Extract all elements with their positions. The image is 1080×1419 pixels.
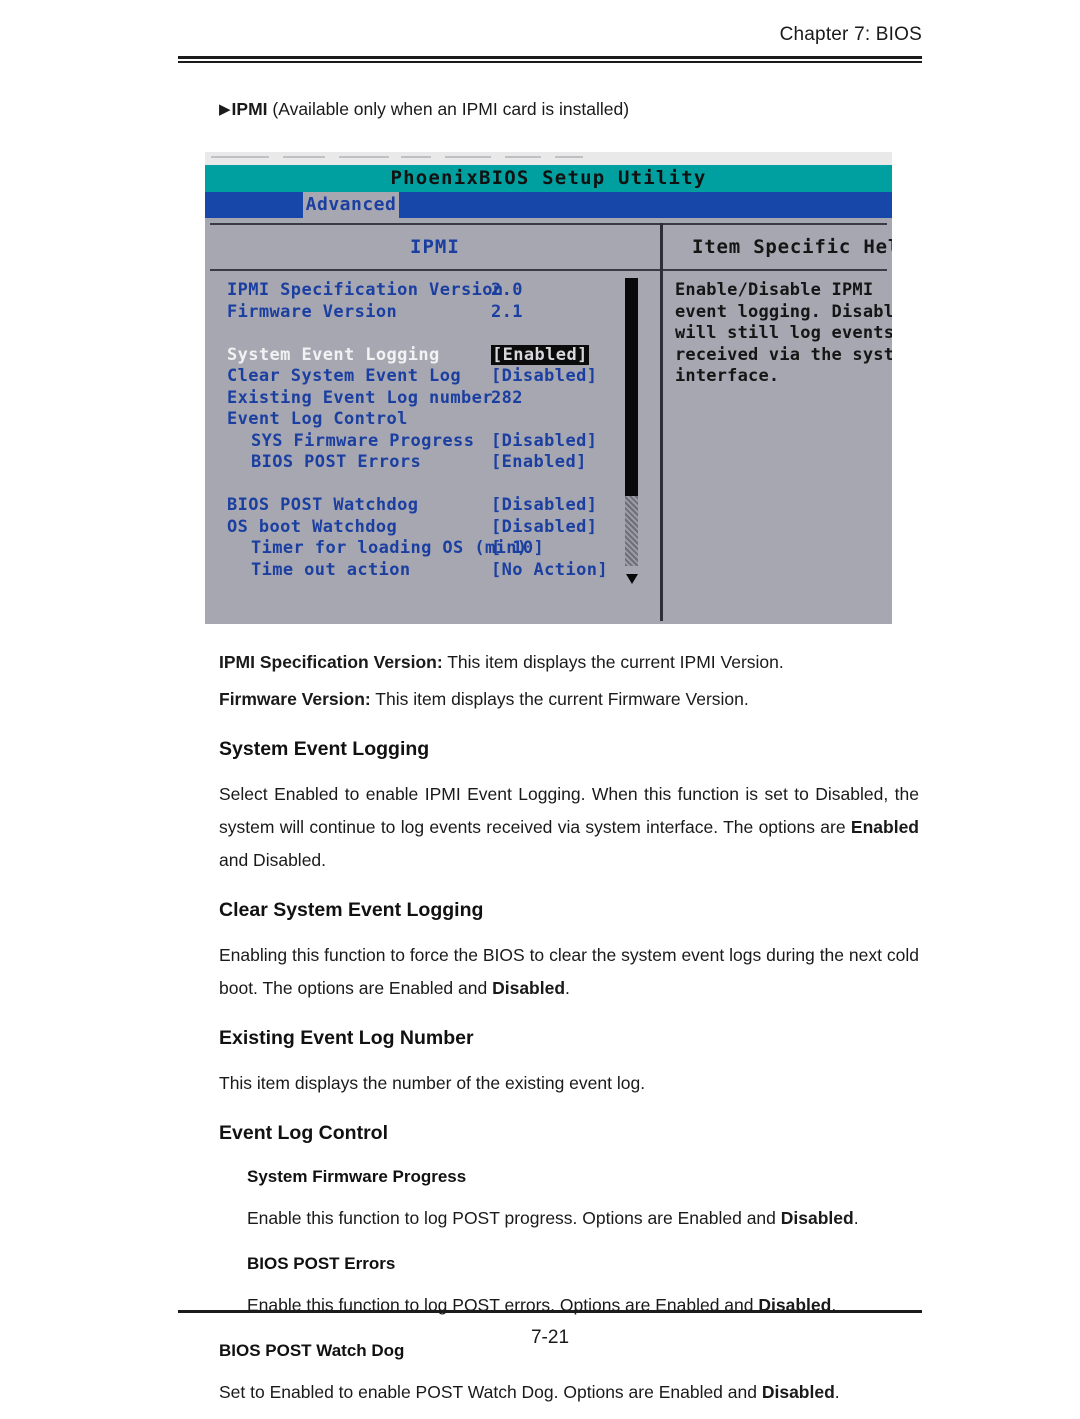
bios-panel-title: IPMI — [410, 236, 460, 258]
bios-setting-row[interactable]: Clear System Event Log [Disabled] — [227, 366, 647, 388]
bios-setting-value[interactable]: 2.1 — [491, 302, 523, 322]
bios-setting-label: SYS Firmware Progress — [251, 430, 475, 451]
help-text-line: received via the system — [675, 344, 892, 365]
section-heading: Existing Event Log Number — [219, 1027, 474, 1049]
bios-setting-row[interactable]: IPMI Specification Version 2.0 — [227, 280, 647, 302]
bios-panel-header-row: IPMI Item Specific Help — [210, 223, 892, 271]
help-text-line: interface. — [675, 366, 780, 386]
body-sections: System Event Logging Select Enabled to en… — [219, 734, 919, 1148]
bios-setting-value[interactable]: [Disabled] — [491, 495, 597, 515]
definition-term: IPMI Specification Version: — [219, 652, 443, 672]
lead-definitions: IPMI Specification Version: This item di… — [219, 646, 919, 716]
section-heading: Event Log Control — [219, 1122, 388, 1144]
bios-setting-value[interactable]: [Enabled] — [491, 452, 587, 472]
bios-setting-label: Clear System Event Log — [227, 366, 461, 386]
subsection-paragraph: Enable this function to log POST errors.… — [247, 1295, 837, 1315]
bios-setting-label: System Event Logging — [227, 344, 440, 365]
document-page: Chapter 7: BIOS ▶IPMI (Available only wh… — [0, 0, 1080, 1402]
ipmi-intro-title: IPMI — [231, 99, 268, 119]
section-paragraph: Enabling this function to force the BIOS… — [219, 945, 919, 998]
section-paragraph: Select Enabled to enable IPMI Event Logg… — [219, 784, 919, 870]
section-paragraph: This item displays the number of the exi… — [219, 1073, 646, 1093]
ipmi-intro-note: (Available only when an IPMI card is ins… — [267, 99, 630, 119]
bios-scrollbar[interactable] — [625, 278, 638, 592]
bios-setting-label: Firmware Version — [227, 301, 398, 322]
bios-setting-value[interactable]: [Disabled] — [491, 517, 597, 537]
footer-rule-thick — [178, 1310, 922, 1313]
header-rule-thin — [178, 61, 922, 63]
bios-menu-bar: Advanced — [205, 192, 892, 218]
bios-setting-row[interactable]: Firmware Version 2.1 — [227, 302, 647, 324]
bios-setting-row[interactable]: System Event Logging [Enabled] — [227, 344, 647, 367]
bios-setting-value[interactable]: 282 — [491, 388, 523, 408]
scrollbar-thumb[interactable] — [625, 278, 638, 496]
item-specific-help-title: Item Specific Help — [692, 236, 892, 258]
definition-term: Firmware Version: — [219, 689, 371, 709]
ipmi-intro-line: ▶IPMI (Available only when an IPMI card … — [219, 99, 629, 120]
header-rule — [178, 56, 922, 63]
subsection-paragraph: Set to Enabled to enable POST Watch Dog.… — [219, 1382, 840, 1402]
menu-tab-advanced[interactable]: Advanced — [303, 192, 399, 218]
definition-line: Firmware Version: This item displays the… — [219, 683, 919, 716]
help-text-line: Enable/Disable IPMI — [675, 280, 874, 300]
bios-setting-label: Time out action — [251, 559, 411, 580]
bios-setting-value[interactable]: 2.0 — [491, 280, 523, 300]
section-heading: System Event Logging — [219, 738, 430, 760]
page-number: 7-21 — [530, 1327, 570, 1348]
header-rule-thick — [178, 56, 922, 59]
panel-divider — [660, 223, 663, 621]
bios-title-bar: PhoenixBIOS Setup Utility — [205, 165, 892, 192]
scan-artifact-strip — [205, 152, 892, 165]
bios-setting-value[interactable]: [No Action] — [491, 560, 608, 580]
bios-setting-label: BIOS POST Watchdog — [227, 495, 419, 515]
bios-settings-list: IPMI Specification Version 2.0 Firmware Ve… — [227, 280, 647, 581]
bios-setting-row[interactable]: BIOS POST Errors [Enabled] — [227, 452, 647, 474]
subsection-paragraph: Enable this function to log POST progres… — [247, 1208, 859, 1228]
bios-setting-label: Timer for loading OS (min) — [251, 538, 528, 558]
bios-setting-label: BIOS POST Errors — [251, 452, 422, 472]
running-head: Chapter 7: BIOS — [779, 24, 922, 45]
help-text-line: event logging. Disabling — [675, 301, 892, 322]
bios-setting-row[interactable]: Time out action [No Action] — [227, 560, 647, 582]
triangle-bullet-icon: ▶ — [219, 101, 231, 118]
bios-setting-row[interactable]: OS boot Watchdog [Disabled] — [227, 517, 647, 539]
scroll-down-arrow-icon[interactable] — [626, 574, 638, 584]
definition-text: This item displays the current IPMI Vers… — [442, 652, 784, 672]
help-text-line: will still log events — [675, 323, 892, 343]
settings-spacer — [227, 474, 647, 496]
scrollbar-track[interactable] — [625, 496, 638, 566]
subsection-heading: BIOS POST Errors — [247, 1254, 396, 1273]
item-specific-help-text: Enable/Disable IPMI event logging. Disabl… — [675, 280, 892, 388]
bios-setting-value[interactable]: [Disabled] — [491, 366, 597, 386]
settings-spacer — [227, 323, 647, 345]
bios-setting-row[interactable]: SYS Firmware Progress [Disabled] — [227, 431, 647, 453]
footer-rule — [178, 1310, 922, 1315]
bios-setting-row[interactable]: Existing Event Log number 282 — [227, 388, 647, 410]
definition-line: IPMI Specification Version: This item di… — [219, 646, 919, 679]
bios-setting-label: Existing Event Log number — [227, 387, 493, 408]
bios-setting-row[interactable]: Timer for loading OS (min)[ 10] — [227, 538, 647, 560]
bios-setting-row[interactable]: Event Log Control — [227, 409, 647, 431]
page-content: IPMI Specification Version: This item di… — [219, 646, 919, 1419]
bios-setting-label: Event Log Control — [227, 409, 408, 429]
section-heading: Clear System Event Logging — [219, 899, 484, 921]
definition-text: This item displays the current Firmware … — [370, 689, 749, 709]
body-subsections: System Firmware Progress Enable this func… — [219, 1164, 919, 1409]
bios-setting-row[interactable]: BIOS POST Watchdog [Disabled] — [227, 495, 647, 517]
subsection-heading: System Firmware Progress — [247, 1167, 467, 1186]
bios-setting-label: IPMI Specification Version — [227, 280, 504, 300]
bios-setup-screenshot: PhoenixBIOS Setup Utility Advanced IPMI … — [205, 152, 892, 624]
bios-setting-value[interactable]: [Enabled] — [491, 344, 589, 365]
bios-setting-label: OS boot Watchdog — [227, 516, 398, 537]
bios-setting-value[interactable]: [Disabled] — [491, 431, 597, 451]
bios-body: IPMI Item Specific Help IPMI Specificati… — [205, 218, 892, 624]
bios-setting-value[interactable]: [ 10] — [491, 538, 544, 558]
